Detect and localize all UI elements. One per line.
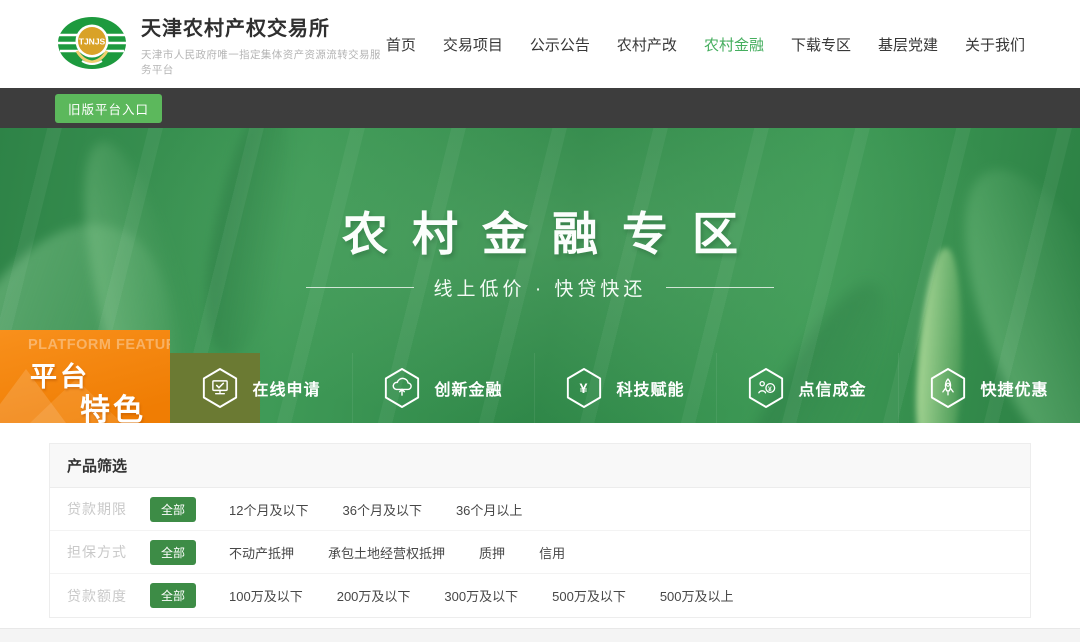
filter-label: 担保方式 <box>67 542 147 562</box>
banner-title: 农村金融专区 <box>0 198 1080 264</box>
nav-item-downloads[interactable]: 下载专区 <box>791 34 851 55</box>
filter-row-loan-amount: 贷款额度 全部 100万及以下 200万及以下 300万及以下 500万及以下 … <box>50 574 1030 617</box>
nav-item-party-building[interactable]: 基层党建 <box>878 34 938 55</box>
nav-item-about[interactable]: 关于我们 <box>965 34 1025 55</box>
filter-option[interactable]: 200万及以下 <box>320 586 428 605</box>
filter-row-loan-term: 贷款期限 全部 12个月及以下 36个月及以下 36个月以上 <box>50 488 1030 531</box>
site-title: 天津农村产权交易所 <box>141 12 386 41</box>
filter-all-badge[interactable]: 全部 <box>150 583 196 608</box>
platform-features-eyebrow: PLATFORM FEATURES <box>28 337 170 353</box>
cloud-finance-icon <box>383 367 421 409</box>
tab-label: 快捷优惠 <box>980 376 1048 400</box>
filter-option[interactable]: 质押 <box>462 543 522 562</box>
monitor-check-icon <box>201 367 239 409</box>
filter-option[interactable]: 100万及以下 <box>212 586 320 605</box>
footer-strip <box>0 628 1080 642</box>
filter-option[interactable]: 不动产抵押 <box>212 543 311 562</box>
filter-options: 100万及以下 200万及以下 300万及以下 500万及以下 500万及以上 <box>212 586 751 605</box>
rocket-icon <box>929 367 967 409</box>
page: TJNJS 天津农村产权交易所 天津市人民政府唯一指定集体资产资源流转交易服务平… <box>0 0 1080 642</box>
yen-glyph: ¥ <box>580 381 589 397</box>
filter-option[interactable]: 36个月以上 <box>439 500 539 519</box>
filter-label: 贷款额度 <box>67 586 147 606</box>
platform-features-block: PLATFORM FEATURES 平台 特色 <box>0 330 170 423</box>
logo-text: TJNJS <box>79 37 106 47</box>
filter-label: 贷款期限 <box>67 499 147 519</box>
tab-label: 科技赋能 <box>616 376 684 400</box>
filter-option[interactable]: 500万及以下 <box>535 586 643 605</box>
yen-hexagon-icon: ¥ <box>565 367 603 409</box>
filter-option[interactable]: 信用 <box>522 543 582 562</box>
tab-credit-to-gold[interactable]: ¥ 点信成金 <box>716 353 898 423</box>
filter-all-badge[interactable]: 全部 <box>150 540 196 565</box>
credit-coin-icon: ¥ <box>747 367 785 409</box>
filter-title: 产品筛选 <box>50 444 1030 488</box>
features-title-line2: 特色 <box>80 385 146 423</box>
subtitle-line-left <box>306 287 414 288</box>
tab-label: 创新金融 <box>434 376 502 400</box>
main-content: 产品筛选 贷款期限 全部 12个月及以下 36个月及以下 36个月以上 担保方式… <box>0 423 1080 618</box>
feature-tabs: 在线申请 创新金融 ¥ 科技赋能 <box>170 353 1080 423</box>
filter-options: 不动产抵押 承包土地经营权抵押 质押 信用 <box>212 543 582 562</box>
filter-option[interactable]: 36个月及以下 <box>325 500 438 519</box>
brand-block: 天津农村产权交易所 天津市人民政府唯一指定集体资产资源流转交易服务平台 <box>141 12 386 77</box>
tab-innovative-finance[interactable]: 创新金融 <box>352 353 534 423</box>
main-nav: 首页 交易项目 公示公告 农村产改 农村金融 下载专区 基层党建 关于我们 <box>386 34 1025 55</box>
filter-row-guarantee-type: 担保方式 全部 不动产抵押 承包土地经营权抵押 质押 信用 <box>50 531 1030 574</box>
site-header: TJNJS 天津农村产权交易所 天津市人民政府唯一指定集体资产资源流转交易服务平… <box>0 0 1080 88</box>
filter-option[interactable]: 300万及以下 <box>427 586 535 605</box>
nav-item-projects[interactable]: 交易项目 <box>443 34 503 55</box>
tab-quick-discount[interactable]: 快捷优惠 <box>898 353 1080 423</box>
secondary-toolbar: 旧版平台入口 <box>0 88 1080 128</box>
tjnjs-logo-icon: TJNJS <box>55 13 129 75</box>
coin-glyph: ¥ <box>768 386 773 393</box>
filter-options: 12个月及以下 36个月及以下 36个月以上 <box>212 500 539 519</box>
subtitle-line-right <box>666 287 774 288</box>
product-filter-card: 产品筛选 贷款期限 全部 12个月及以下 36个月及以下 36个月以上 担保方式… <box>49 443 1031 618</box>
tab-label: 在线申请 <box>252 376 320 400</box>
nav-item-rural-finance[interactable]: 农村金融 <box>704 34 764 55</box>
banner-subtitle: 线上低价 · 快贷快还 <box>434 274 647 301</box>
tab-label: 点信成金 <box>798 376 866 400</box>
site-subtitle: 天津市人民政府唯一指定集体资产资源流转交易服务平台 <box>141 47 386 77</box>
filter-all-badge[interactable]: 全部 <box>150 497 196 522</box>
hero-banner: 农村金融专区 线上低价 · 快贷快还 PLATFORM FEATURES 平台 … <box>0 128 1080 423</box>
nav-item-rural-reform[interactable]: 农村产改 <box>617 34 677 55</box>
filter-option[interactable]: 承包土地经营权抵押 <box>311 543 462 562</box>
banner-subtitle-row: 线上低价 · 快贷快还 <box>0 274 1080 301</box>
nav-item-announcements[interactable]: 公示公告 <box>530 34 590 55</box>
nav-item-home[interactable]: 首页 <box>386 34 416 55</box>
filter-option[interactable]: 12个月及以下 <box>212 500 325 519</box>
old-platform-entry-button[interactable]: 旧版平台入口 <box>55 94 162 123</box>
filter-option[interactable]: 500万及以上 <box>643 586 751 605</box>
tab-tech-empowerment[interactable]: ¥ 科技赋能 <box>534 353 716 423</box>
tab-online-apply[interactable]: 在线申请 <box>170 353 352 423</box>
